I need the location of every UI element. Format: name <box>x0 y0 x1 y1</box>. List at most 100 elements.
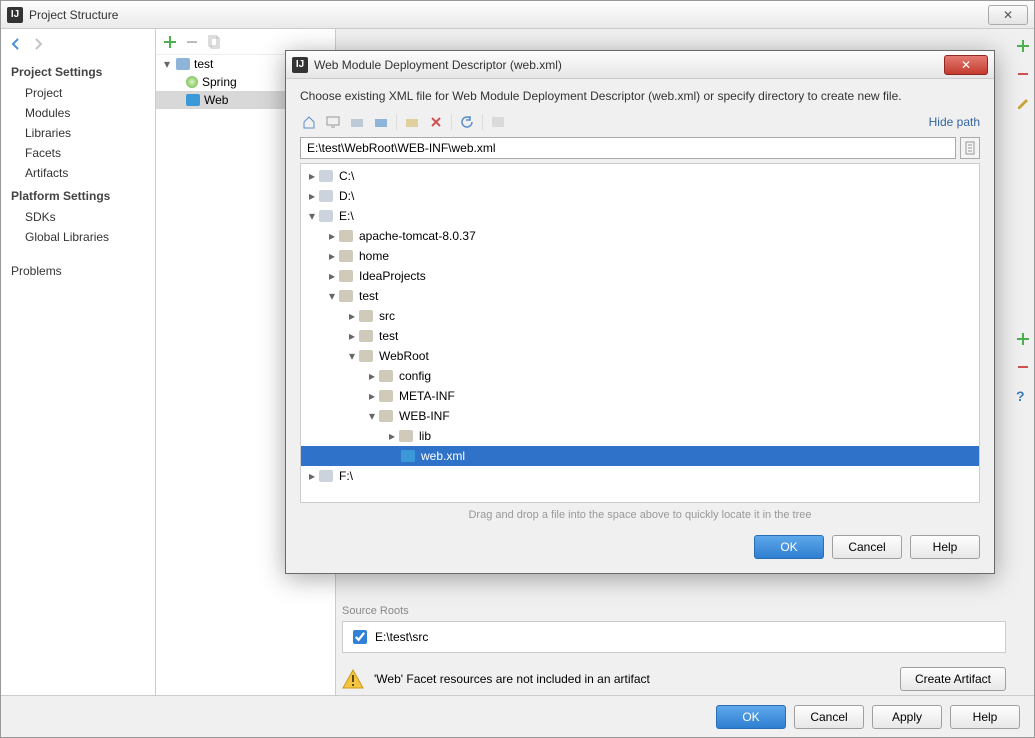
web-icon <box>186 94 200 106</box>
module-label: test <box>194 57 213 71</box>
warning-text: 'Web' Facet resources are not included i… <box>374 672 650 686</box>
nav-libraries[interactable]: Libraries <box>1 123 155 143</box>
chevron-right-icon: ▸ <box>367 369 377 383</box>
nav-back-icon[interactable] <box>9 37 23 51</box>
project-icon[interactable] <box>348 113 366 131</box>
module-icon[interactable] <box>372 113 390 131</box>
spring-icon <box>186 76 198 88</box>
copy-button[interactable] <box>206 34 222 50</box>
tree-row-lib[interactable]: ▸lib <box>301 426 979 446</box>
folder-icon <box>339 230 353 242</box>
dialog-content: Choose existing XML file for Web Module … <box>286 79 994 523</box>
chevron-right-icon: ▸ <box>367 389 377 403</box>
chevron-right-icon: ▸ <box>347 309 357 323</box>
dialog-app-icon: IJ <box>292 57 308 73</box>
tree-row-home[interactable]: ▸home <box>301 246 979 266</box>
path-row <box>300 137 980 159</box>
warning-row: 'Web' Facet resources are not included i… <box>342 667 1006 691</box>
home-icon[interactable] <box>300 113 318 131</box>
bottom-bar: OK Cancel Apply Help <box>1 695 1034 737</box>
new-folder-icon[interactable] <box>403 113 421 131</box>
left-navigation: Project Settings Project Modules Librari… <box>1 29 156 695</box>
source-root-checkbox[interactable] <box>353 630 367 644</box>
right-side-toolbar: ? <box>1012 29 1034 695</box>
folder-icon <box>359 310 373 322</box>
chevron-right-icon: ▸ <box>327 269 337 283</box>
tree-row-drive-c[interactable]: ▸C:\ <box>301 166 979 186</box>
chevron-down-icon: ▾ <box>347 349 357 363</box>
nav-artifacts[interactable]: Artifacts <box>1 163 155 183</box>
warning-icon <box>342 669 364 689</box>
refresh-icon[interactable] <box>458 113 476 131</box>
app-icon: IJ <box>7 7 23 23</box>
tree-row-webroot[interactable]: ▾WebRoot <box>301 346 979 366</box>
nav-problems[interactable]: Problems <box>1 261 155 281</box>
window-close-button[interactable]: ✕ <box>988 5 1028 25</box>
file-tree[interactable]: ▸C:\ ▸D:\ ▾E:\ ▸apache-tomcat-8.0.37 ▸ho… <box>300 163 980 503</box>
drive-icon <box>319 210 333 222</box>
folder-icon <box>399 430 413 442</box>
side-add-button[interactable] <box>1016 39 1030 53</box>
titlebar: IJ Project Structure ✕ <box>1 1 1034 29</box>
folder-icon <box>359 330 373 342</box>
chevron-down-icon: ▾ <box>162 57 172 71</box>
side-remove-button[interactable] <box>1016 67 1030 81</box>
delete-icon[interactable] <box>427 113 445 131</box>
tree-row-config[interactable]: ▸config <box>301 366 979 386</box>
dialog-prompt: Choose existing XML file for Web Module … <box>300 89 980 103</box>
tree-row-drive-d[interactable]: ▸D:\ <box>301 186 979 206</box>
tree-row-metainf[interactable]: ▸META-INF <box>301 386 979 406</box>
tree-row-drive-e[interactable]: ▾E:\ <box>301 206 979 226</box>
side-remove2-button[interactable] <box>1016 360 1030 374</box>
tree-row-test2[interactable]: ▸test <box>301 326 979 346</box>
create-artifact-button[interactable]: Create Artifact <box>900 667 1006 691</box>
cancel-button[interactable]: Cancel <box>794 705 864 729</box>
tree-row-ideaprojects[interactable]: ▸IdeaProjects <box>301 266 979 286</box>
tree-row-webxml[interactable]: web.xml <box>301 446 979 466</box>
help-button[interactable]: Help <box>950 705 1020 729</box>
dialog-close-button[interactable]: ✕ <box>944 55 988 75</box>
side-add2-button[interactable] <box>1016 332 1030 346</box>
ok-button[interactable]: OK <box>716 705 786 729</box>
chevron-down-icon: ▾ <box>327 289 337 303</box>
side-edit-button[interactable] <box>1016 95 1030 109</box>
tree-row-webinf[interactable]: ▾WEB-INF <box>301 406 979 426</box>
drive-icon <box>319 470 333 482</box>
nav-heading-platform-settings: Platform Settings <box>1 183 155 207</box>
desktop-icon[interactable] <box>324 113 342 131</box>
nav-forward-icon[interactable] <box>31 37 45 51</box>
show-hidden-icon[interactable] <box>489 113 507 131</box>
nav-modules[interactable]: Modules <box>1 103 155 123</box>
chevron-down-icon: ▾ <box>367 409 377 423</box>
dialog-ok-button[interactable]: OK <box>754 535 824 559</box>
nav-facets[interactable]: Facets <box>1 143 155 163</box>
xml-file-icon <box>401 450 415 462</box>
source-root-row: E:\test\src <box>342 621 1006 653</box>
folder-icon <box>379 390 393 402</box>
module-icon <box>176 58 190 70</box>
tree-row-test[interactable]: ▾test <box>301 286 979 306</box>
dialog-cancel-button[interactable]: Cancel <box>832 535 902 559</box>
tree-row-tomcat[interactable]: ▸apache-tomcat-8.0.37 <box>301 226 979 246</box>
dialog-help-button[interactable]: Help <box>910 535 980 559</box>
folder-icon <box>339 270 353 282</box>
tree-row-drive-f[interactable]: ▸F:\ <box>301 466 979 486</box>
add-button[interactable] <box>162 34 178 50</box>
history-button[interactable] <box>960 137 980 159</box>
nav-global-libraries[interactable]: Global Libraries <box>1 227 155 247</box>
nav-sdks[interactable]: SDKs <box>1 207 155 227</box>
folder-icon <box>359 350 373 362</box>
chevron-right-icon: ▸ <box>347 329 357 343</box>
apply-button[interactable]: Apply <box>872 705 942 729</box>
nav-project[interactable]: Project <box>1 83 155 103</box>
remove-button[interactable] <box>184 34 200 50</box>
tree-row-src[interactable]: ▸src <box>301 306 979 326</box>
drive-icon <box>319 190 333 202</box>
hide-path-link[interactable]: Hide path <box>929 115 980 129</box>
file-chooser-dialog: IJ Web Module Deployment Descriptor (web… <box>285 50 995 574</box>
file-toolbar: Hide path <box>300 113 980 131</box>
folder-icon <box>339 290 353 302</box>
side-help-button[interactable]: ? <box>1016 388 1030 402</box>
path-input[interactable] <box>300 137 956 159</box>
source-roots-label: Source Roots <box>342 605 1006 617</box>
